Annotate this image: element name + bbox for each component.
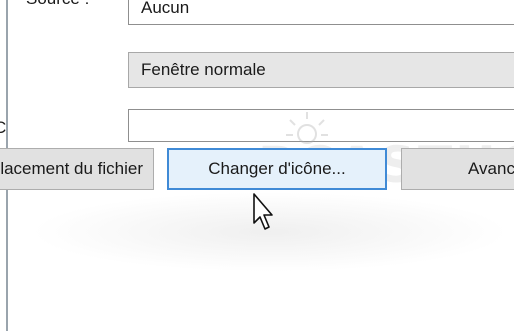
advanced-button[interactable]: Avancé... [401, 148, 514, 190]
open-file-location-button[interactable]: Emplacement du fichier [0, 148, 154, 190]
properties-dialog: Source : Aucun Fenêtre normale C PCASTUC… [0, 0, 514, 331]
source-field[interactable]: Aucun [128, 0, 514, 25]
change-icon-button[interactable]: Changer d'icône... [167, 148, 387, 190]
run-select[interactable]: Fenêtre normale [128, 52, 514, 88]
mouse-pointer-icon [252, 193, 278, 242]
source-label: Source : [26, 0, 89, 9]
comment-input[interactable] [128, 109, 514, 142]
comment-label: C [0, 118, 7, 137]
